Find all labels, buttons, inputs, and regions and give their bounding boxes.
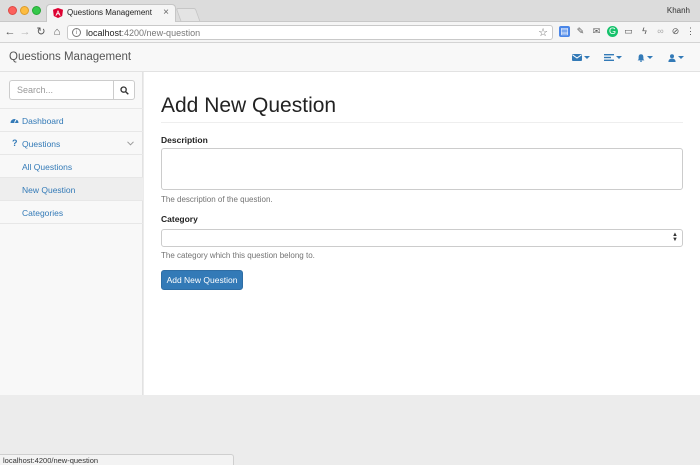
description-help-text: The description of the question. xyxy=(161,195,273,204)
alerts-dropdown[interactable] xyxy=(637,53,653,63)
sidebar-item-label: Categories xyxy=(22,208,64,218)
description-textarea[interactable] xyxy=(161,148,683,190)
screen-icon[interactable]: ▭ xyxy=(623,26,634,37)
browser-titlebar: Questions Management × Khanh xyxy=(0,0,700,22)
user-dropdown[interactable] xyxy=(668,53,684,63)
bolt-icon[interactable]: ϟ xyxy=(639,26,650,37)
messages-dropdown[interactable] xyxy=(572,53,590,63)
add-new-question-button[interactable]: Add New Question xyxy=(161,270,243,290)
caret-down-icon xyxy=(616,56,622,60)
dashboard-icon xyxy=(10,118,19,123)
bell-icon xyxy=(637,54,645,62)
home-icon[interactable]: ⌂ xyxy=(51,25,63,39)
browser-toolbar: ← → ↻ ⌂ i localhost:4200/new-question ☆ … xyxy=(0,22,700,43)
sidebar-item-label: Dashboard xyxy=(22,116,64,126)
caret-down-icon xyxy=(647,56,653,60)
category-select[interactable]: ▲ ▼ xyxy=(161,229,683,247)
sidebar-item-new-question[interactable]: New Question xyxy=(0,178,143,201)
caret-down-icon xyxy=(678,56,684,60)
status-url-text: localhost:4200/new-question xyxy=(3,456,99,465)
link-icon[interactable]: ∞ xyxy=(655,26,666,37)
forward-arrow-icon[interactable]: → xyxy=(19,25,31,39)
sidebar-item-label: All Questions xyxy=(22,162,73,172)
caret-down-icon xyxy=(584,56,590,60)
search-icon xyxy=(120,86,129,95)
sidebar: Dashboard ? Questions All Questions New … xyxy=(0,72,143,395)
select-arrows-icon: ▲ ▼ xyxy=(672,232,678,243)
tab-close-icon[interactable]: × xyxy=(163,7,169,18)
block-icon[interactable]: ⊘ xyxy=(670,26,681,37)
address-bar[interactable]: i localhost:4200/new-question ☆ xyxy=(67,25,553,40)
back-arrow-icon[interactable]: ← xyxy=(4,25,16,39)
description-label: Description xyxy=(161,135,208,145)
app-navbar: Questions Management xyxy=(0,43,700,72)
sidebar-search xyxy=(9,80,135,100)
search-input[interactable] xyxy=(9,80,113,100)
sidebar-item-all-questions[interactable]: All Questions xyxy=(0,155,143,178)
eyedropper-icon[interactable]: ✎ xyxy=(575,26,586,37)
sidebar-item-categories[interactable]: Categories xyxy=(0,201,143,224)
tab-title: Questions Management xyxy=(67,8,152,17)
user-icon xyxy=(668,54,676,62)
category-label: Category xyxy=(161,214,198,224)
envelope-icon xyxy=(572,54,582,62)
browser-menu-icon[interactable]: ⋮ xyxy=(685,26,696,37)
search-button[interactable] xyxy=(113,80,135,100)
grammarly-icon[interactable]: G xyxy=(607,26,618,37)
new-tab-button[interactable] xyxy=(175,8,201,21)
main-content: Add New Question Description The descrip… xyxy=(144,72,700,395)
category-help-text: The category which this question belong … xyxy=(161,251,315,260)
angular-icon xyxy=(53,8,63,18)
tasks-icon xyxy=(604,54,614,62)
maximize-window-button[interactable] xyxy=(32,6,41,15)
page-title: Add New Question xyxy=(161,94,337,117)
brand-title[interactable]: Questions Management xyxy=(9,51,131,63)
browser-profile-name[interactable]: Khanh xyxy=(667,6,690,15)
reload-icon[interactable]: ↻ xyxy=(35,25,47,39)
close-window-button[interactable] xyxy=(8,6,17,15)
sidebar-item-label: New Question xyxy=(22,185,76,195)
tasks-dropdown[interactable] xyxy=(604,53,622,63)
sidebar-item-dashboard[interactable]: Dashboard xyxy=(0,109,143,132)
title-divider xyxy=(161,122,683,123)
minimize-window-button[interactable] xyxy=(20,6,29,15)
sidebar-item-questions[interactable]: ? Questions xyxy=(0,132,143,155)
info-icon[interactable]: i xyxy=(72,28,81,37)
sidebar-item-label: Questions xyxy=(22,139,61,149)
chevron-down-icon xyxy=(127,141,134,146)
url-text: localhost:4200/new-question xyxy=(86,28,201,38)
bookmark-star-icon[interactable]: ☆ xyxy=(538,26,548,39)
extension-chart-icon[interactable]: ▤ xyxy=(559,26,570,37)
browser-statusbar: localhost:4200/new-question xyxy=(0,454,234,465)
mail-icon[interactable]: ✉ xyxy=(591,26,602,37)
browser-tab[interactable]: Questions Management × xyxy=(46,4,176,22)
question-icon: ? xyxy=(12,138,18,148)
